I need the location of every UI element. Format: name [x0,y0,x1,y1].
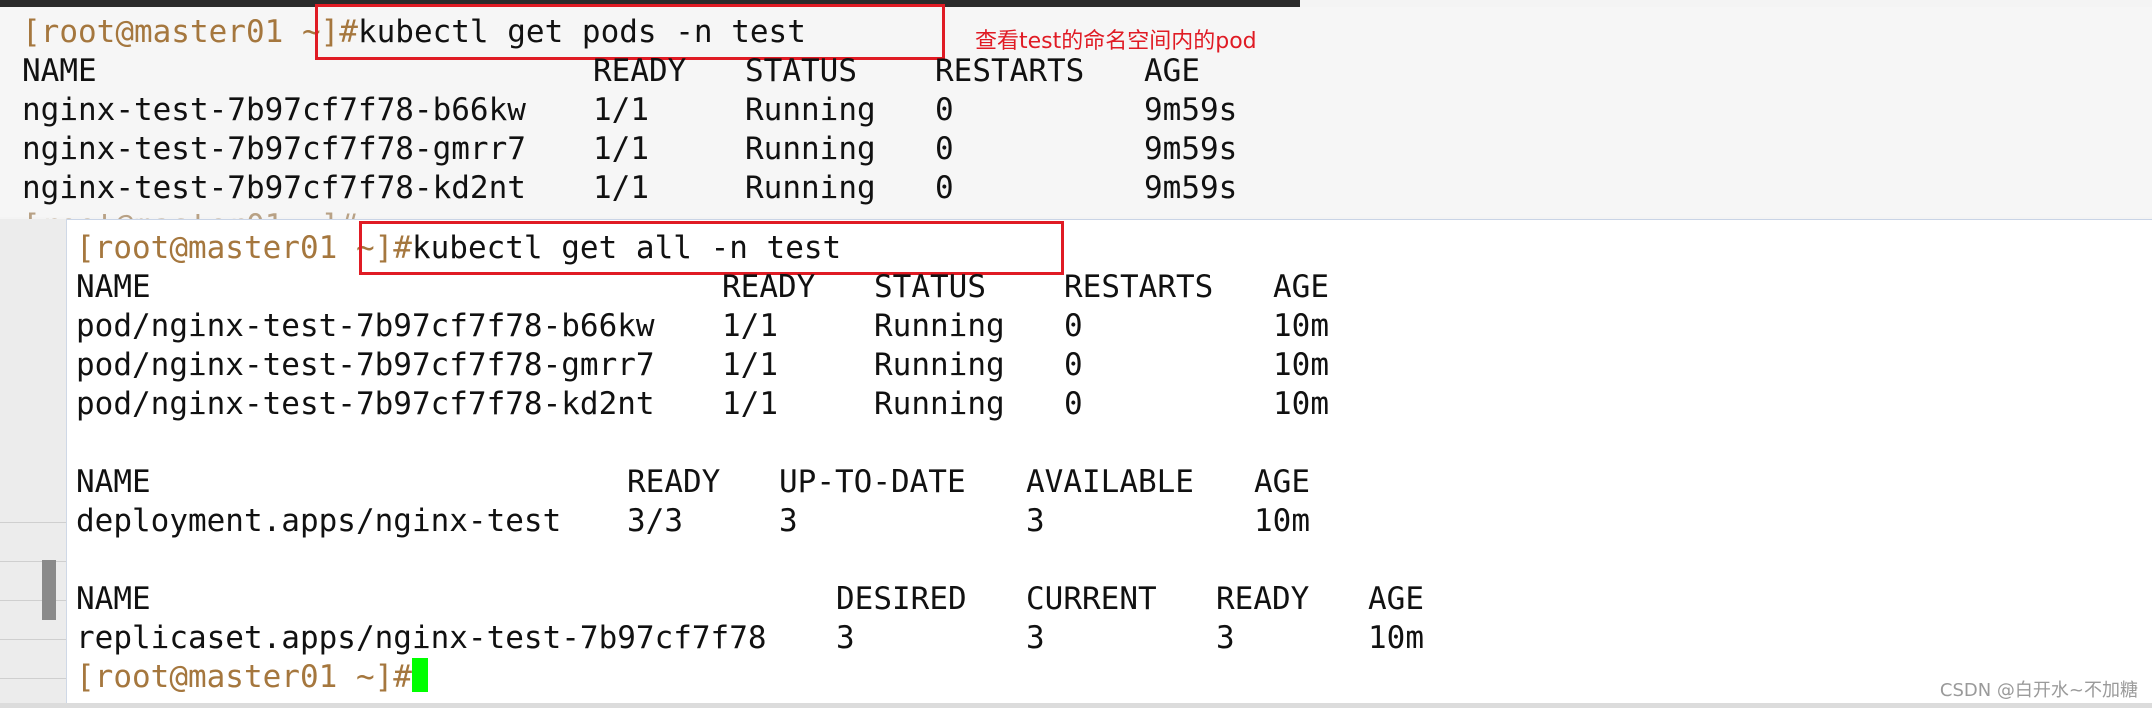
terminal-window-all[interactable]: [root@master01 ~]#kubectl get all -n tes… [66,219,2152,704]
command-highlight-box [359,221,1064,275]
shell-prompt: [root@master01 ~]# [22,14,358,50]
watermark: CSDN @白开水~不加糖 [1939,680,2138,701]
command-line[interactable]: [root@master01 ~]# [76,658,428,697]
text-cursor [411,658,428,692]
shell-prompt: [root@master01 ~]# [76,659,412,695]
annotation-note: 查看test的命名空间内的pod [975,29,1257,54]
window-bottom-bar [0,703,2152,708]
scrollbar-thumb[interactable] [42,560,56,620]
window-border [66,219,67,708]
overlapped-prompt: [root@master01 ~]# [22,207,358,219]
side-panel [0,219,66,708]
terminal-window-pods[interactable]: [root@master01 ~]#kubectl get pods -n te… [0,4,2152,217]
